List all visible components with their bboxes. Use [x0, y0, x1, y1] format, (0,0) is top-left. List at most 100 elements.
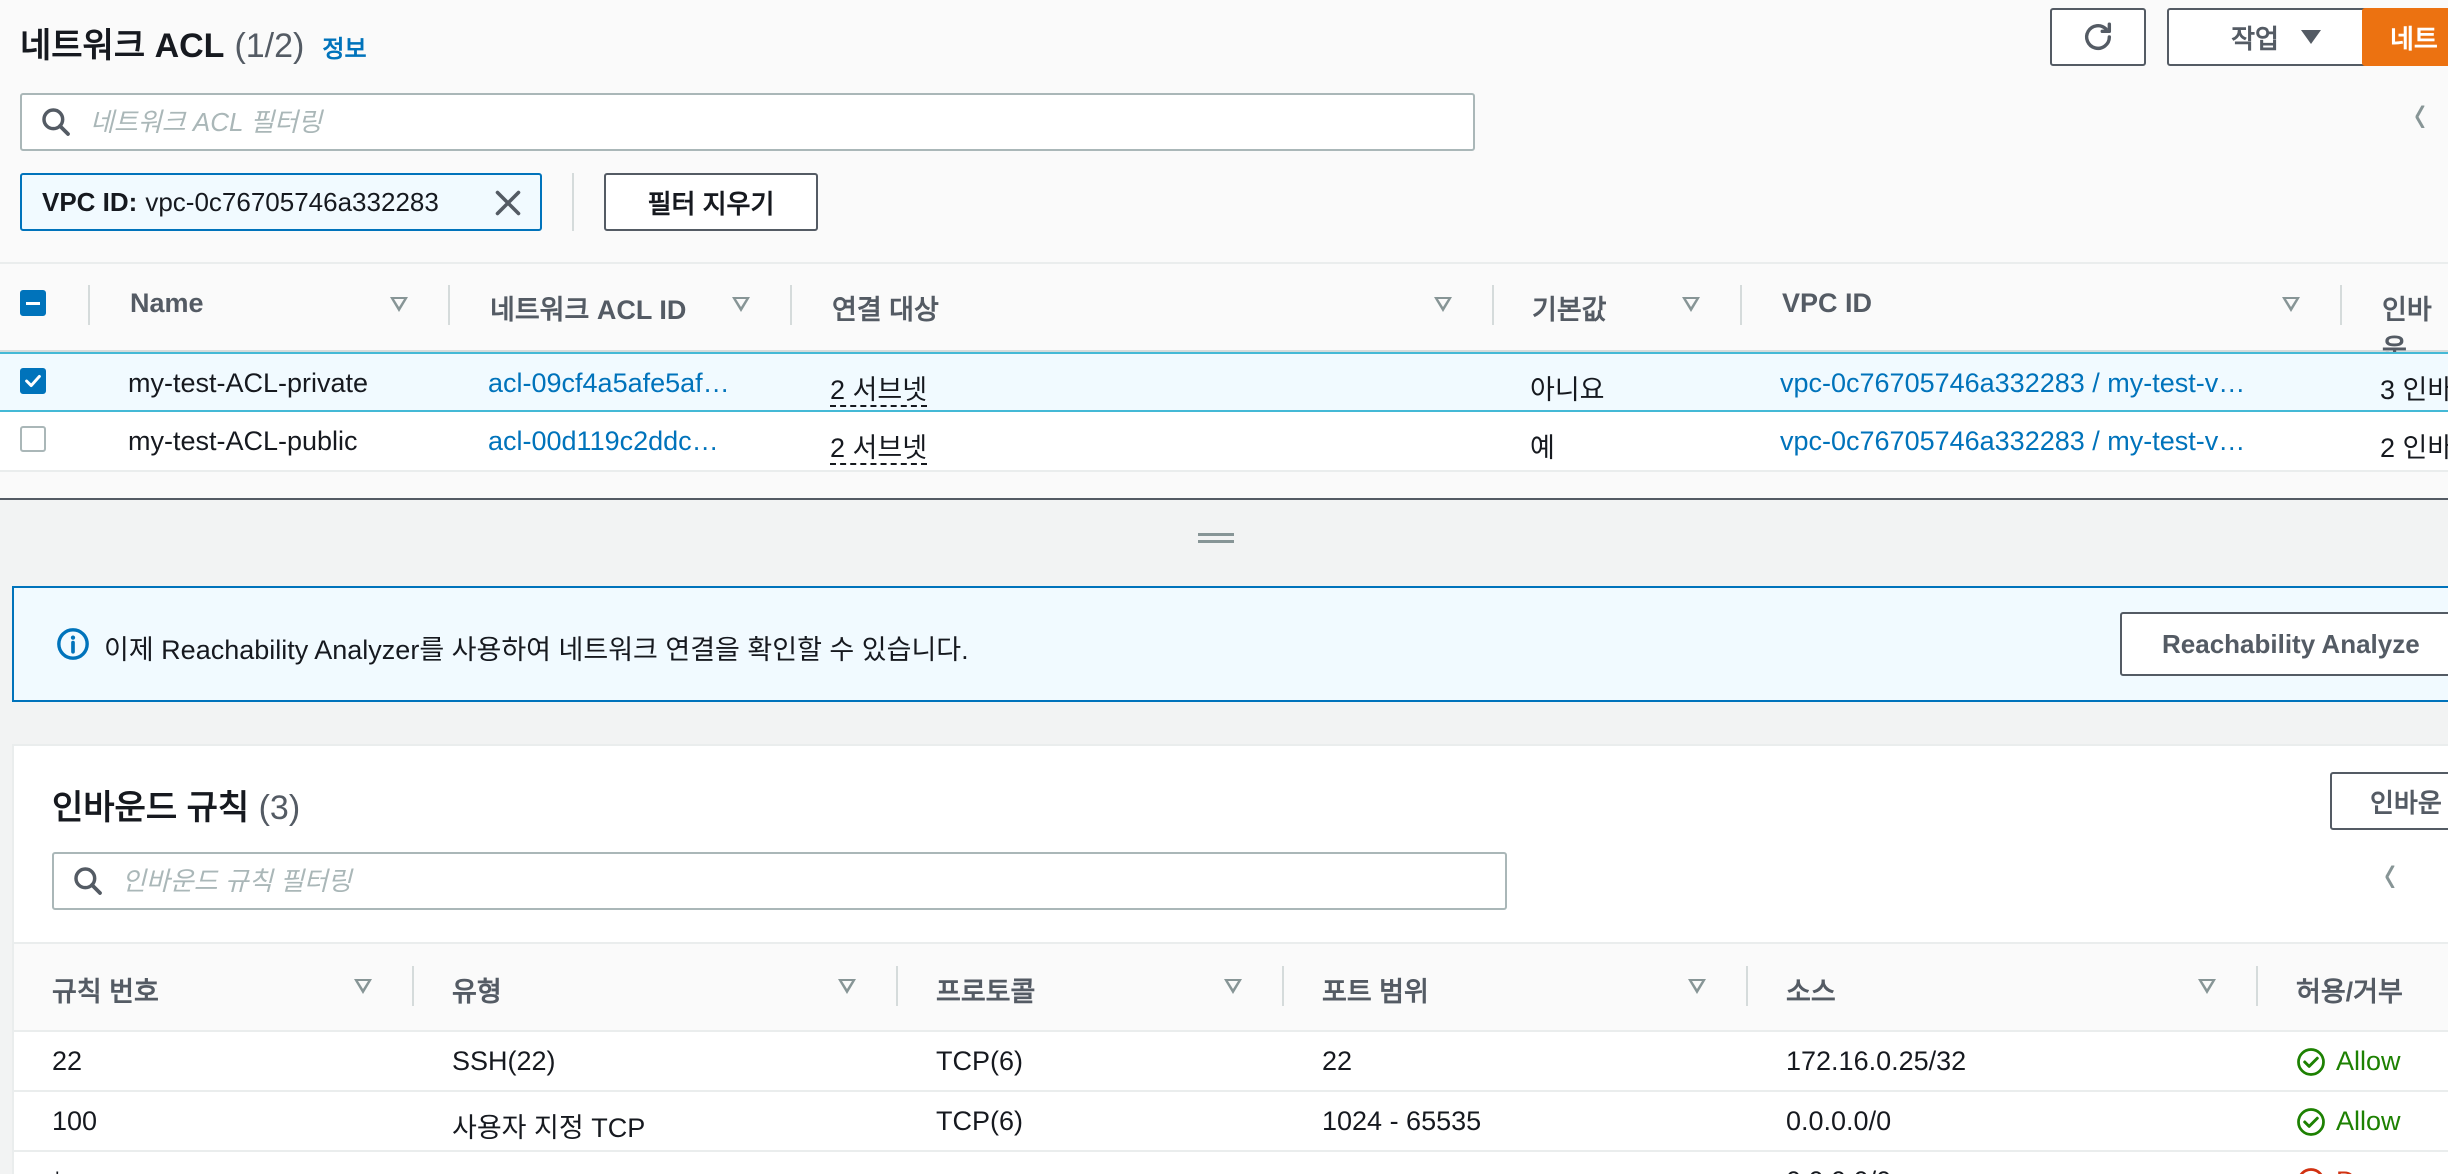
rule-source: 0.0.0.0/0	[1786, 1106, 1892, 1136]
table-row[interactable]: my-test-ACL-private acl-09cf4a5afe5af… 2…	[0, 352, 2448, 412]
select-all-checkbox[interactable]	[20, 290, 46, 316]
column-separator[interactable]	[1492, 285, 1494, 325]
sort-icon[interactable]	[354, 979, 372, 994]
column-separator[interactable]	[896, 966, 898, 1006]
panel-splitter[interactable]	[0, 498, 2448, 500]
x-circle-icon	[2299, 1167, 2323, 1174]
refresh-button[interactable]	[2050, 8, 2146, 66]
actions-dropdown-button[interactable]: 작업	[2167, 8, 2385, 66]
check-icon	[25, 374, 41, 388]
acl-id-link[interactable]: acl-00d119c2ddc…	[488, 426, 719, 457]
vpc-id-link[interactable]: vpc-0c76705746a332283 / my-test-v…	[1780, 368, 2245, 399]
vpc-id-link[interactable]: vpc-0c76705746a332283 / my-test-v…	[1780, 426, 2245, 457]
acl-search-box[interactable]	[20, 93, 1475, 151]
actions-label: 작업	[2231, 23, 2279, 54]
check-circle-icon	[2297, 1107, 2325, 1136]
create-acl-button[interactable]: 네트	[2362, 8, 2448, 66]
acl-name: my-test-ACL-public	[128, 426, 358, 456]
acl-search-input[interactable]	[90, 106, 1237, 138]
row-checkbox[interactable]	[20, 426, 46, 452]
column-header-association[interactable]: 연결 대상	[832, 288, 939, 327]
inbound-rules-title: 인바운드 규칙 (3)	[52, 780, 300, 829]
default-value: 예	[1530, 433, 1555, 463]
info-link[interactable]: 정보	[322, 29, 366, 64]
column-header-protocol[interactable]: 프로토콜	[936, 970, 1035, 1009]
status-badge: Allow	[2296, 1046, 2401, 1077]
page-title-text: 네트워크 ACL	[20, 27, 225, 65]
column-separator[interactable]	[1282, 966, 1284, 1006]
default-value: 아니요	[1530, 375, 1605, 405]
clear-filters-label: 필터 지우기	[647, 188, 775, 219]
inbound-count: 2 인바	[2380, 433, 2448, 463]
rule-source: 172.16.0.25/32	[1786, 1046, 1967, 1076]
edit-inbound-rules-button[interactable]: 인바운	[2330, 772, 2448, 830]
sort-icon[interactable]	[1682, 297, 1700, 312]
rule-source: 0.0.0.0/0	[1786, 1166, 1891, 1174]
column-separator[interactable]	[1740, 285, 1742, 325]
reachability-analyzer-label: Reachability Analyze	[2162, 628, 2420, 659]
column-separator[interactable]	[790, 285, 792, 325]
column-header-acl-id[interactable]: 네트워크 ACL ID	[490, 288, 686, 327]
column-separator[interactable]	[1746, 966, 1748, 1006]
sort-icon[interactable]	[1688, 979, 1706, 994]
rule-number: 22	[52, 1046, 83, 1076]
sort-icon[interactable]	[2282, 297, 2300, 312]
rule-protocol: 모두	[936, 1166, 986, 1174]
rule-number: *	[52, 1166, 63, 1174]
row-checkbox[interactable]	[20, 368, 46, 394]
edit-inbound-label: 인바운	[2370, 787, 2442, 818]
sort-icon[interactable]	[390, 297, 408, 312]
rule-type: SSH(22)	[452, 1046, 556, 1076]
table-row[interactable]: my-test-ACL-public acl-00d119c2ddc… 2 서브…	[0, 412, 2448, 472]
rule-type: 모든 트래픽	[452, 1166, 584, 1174]
inbound-rules-count: (3)	[258, 789, 301, 827]
sort-icon[interactable]	[1224, 979, 1242, 994]
rule-port-range: 22	[1322, 1046, 1353, 1076]
column-separator[interactable]	[412, 966, 414, 1006]
acl-name: my-test-ACL-private	[128, 368, 369, 398]
column-header-source[interactable]: 소스	[1786, 970, 1836, 1009]
filter-token-value: vpc-0c76705746a332283	[145, 186, 439, 217]
acl-table-header	[0, 262, 2448, 352]
indeterminate-icon	[26, 302, 40, 305]
drag-handle-icon[interactable]	[1198, 533, 1234, 536]
clear-filters-button[interactable]: 필터 지우기	[604, 173, 818, 231]
column-header-type[interactable]: 유형	[452, 970, 502, 1009]
sort-icon[interactable]	[1434, 297, 1452, 312]
column-header-vpc-id[interactable]: VPC ID	[1782, 288, 1872, 319]
association-link[interactable]: 2 서브넷	[830, 433, 928, 465]
divider	[572, 173, 574, 231]
drag-handle-icon[interactable]	[1198, 540, 1234, 543]
column-separator[interactable]	[448, 285, 450, 325]
rule-protocol: TCP(6)	[936, 1046, 1023, 1076]
alert-text: 이제 Reachability Analyzer를 사용하여 네트워크 연결을 …	[104, 635, 969, 665]
column-header-allow-deny[interactable]: 허용/거부	[2296, 970, 2403, 1009]
association-link[interactable]: 2 서브넷	[830, 375, 928, 407]
column-header-rule-number[interactable]: 규칙 번호	[52, 970, 159, 1009]
reachability-analyzer-button[interactable]: Reachability Analyze	[2120, 612, 2448, 676]
check-circle-icon	[2297, 1047, 2325, 1076]
search-icon	[42, 108, 70, 136]
search-icon	[74, 867, 102, 895]
table-row: 22 SSH(22) TCP(6) 22 172.16.0.25/32 Allo…	[14, 1032, 2448, 1092]
acl-id-link[interactable]: acl-09cf4a5afe5af…	[488, 368, 730, 399]
rule-action: Allow	[2336, 1046, 2401, 1076]
rule-protocol: TCP(6)	[936, 1106, 1023, 1136]
chevron-left-icon[interactable]: ‹	[2414, 79, 2426, 146]
column-header-default[interactable]: 기본값	[1532, 288, 1607, 327]
sort-icon[interactable]	[2198, 979, 2216, 994]
sort-icon[interactable]	[732, 297, 750, 312]
close-icon[interactable]	[490, 185, 526, 221]
inbound-search-input[interactable]	[122, 865, 1269, 897]
inbound-search-box[interactable]	[52, 852, 1507, 910]
filter-token-key: VPC ID:	[42, 186, 138, 217]
sort-icon[interactable]	[838, 979, 856, 994]
refresh-icon	[2084, 22, 2112, 50]
column-header-port-range[interactable]: 포트 범위	[1322, 970, 1429, 1009]
column-separator[interactable]	[2256, 966, 2258, 1006]
chevron-left-icon[interactable]: ‹	[2384, 839, 2396, 906]
create-label: 네트	[2390, 23, 2438, 54]
column-header-name[interactable]: Name	[130, 288, 204, 319]
page-title: 네트워크 ACL (1/2) 정보	[20, 18, 367, 67]
column-separator[interactable]	[2340, 285, 2342, 325]
